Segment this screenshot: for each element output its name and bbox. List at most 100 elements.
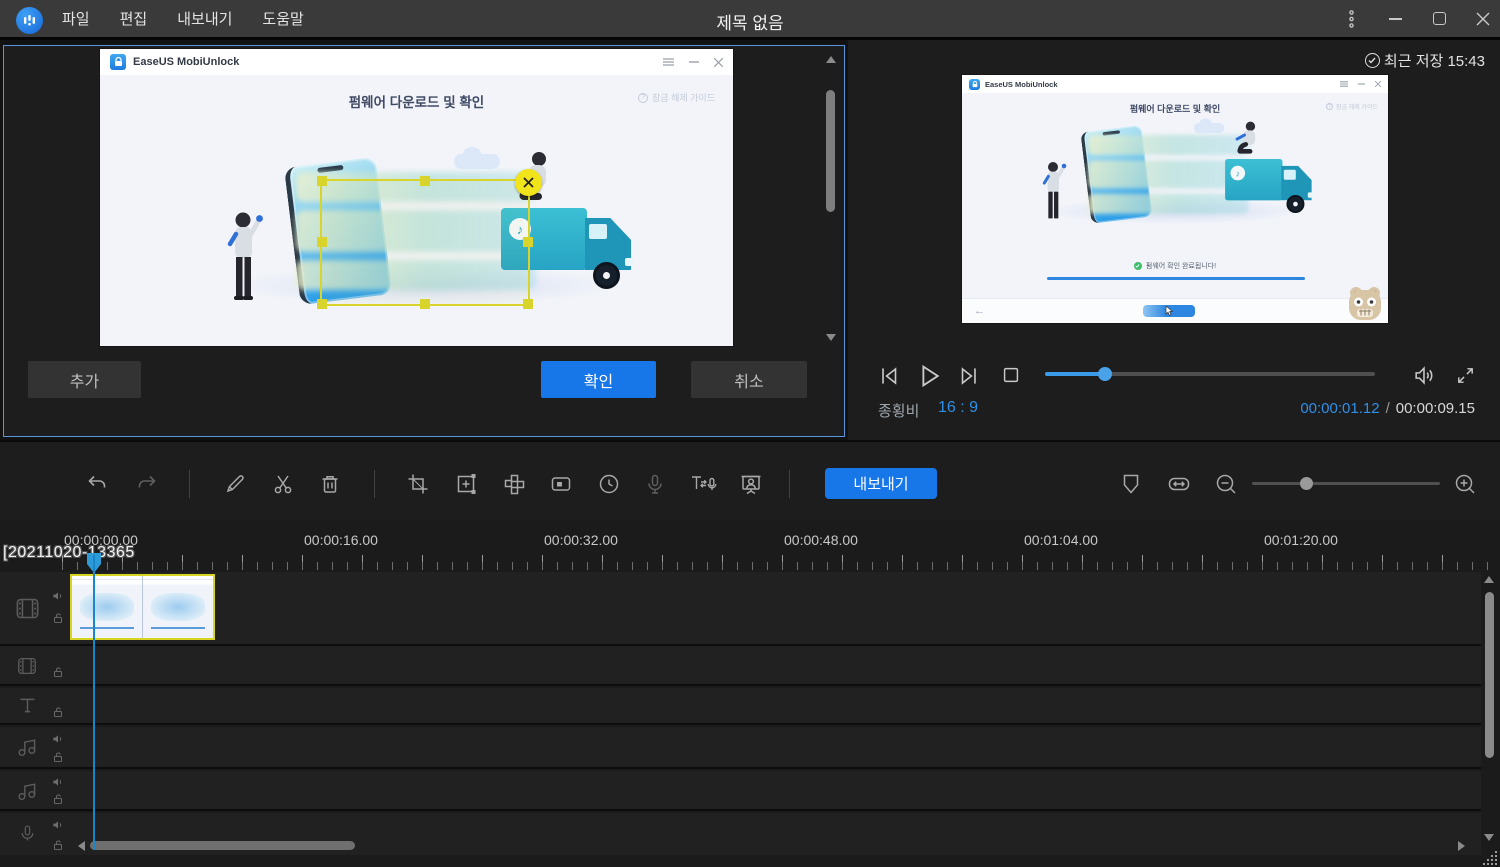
handle-mid-left[interactable] (317, 237, 327, 247)
mobi-close-icon (1375, 81, 1381, 87)
mute-track-icon[interactable] (52, 590, 64, 602)
mobi-window-controls (663, 58, 723, 67)
preview-info-row: 종횡비 16 : 9 00:00:01.12/00:00:09.15 (848, 398, 1500, 422)
playhead-line[interactable] (93, 555, 95, 850)
voiceover-tool-icon[interactable] (643, 472, 667, 496)
unlock-track-icon[interactable] (52, 793, 64, 805)
maximize-button[interactable] (1430, 10, 1448, 28)
more-options-icon[interactable] (1342, 10, 1360, 28)
mobi-minimize-icon (689, 61, 699, 63)
handle-bottom-center[interactable] (420, 299, 430, 309)
mobi-window-title: EaseUS MobiUnlock (133, 56, 239, 68)
zoom-out-icon[interactable] (1214, 472, 1238, 496)
timeline-scroll-up[interactable] (1484, 576, 1494, 583)
track-music-2 (0, 771, 1481, 811)
volume-icon[interactable] (1412, 363, 1437, 388)
redo-icon[interactable] (135, 472, 159, 496)
text-to-speech-tool-icon[interactable] (690, 472, 718, 496)
play-icon[interactable] (914, 361, 944, 391)
minimize-button[interactable] (1386, 10, 1404, 28)
preview-illustration (1035, 123, 1315, 227)
crop-tool-icon[interactable] (406, 472, 430, 496)
window-controls (1342, 0, 1492, 37)
mute-track-icon[interactable] (52, 733, 64, 745)
fit-timeline-tool-icon[interactable] (1167, 472, 1191, 496)
ruler-minor-ticks[interactable] (62, 562, 1500, 570)
unlock-track-icon[interactable] (52, 666, 64, 678)
mobi-window-controls (1340, 81, 1381, 87)
handle-bottom-left[interactable] (317, 299, 327, 309)
clip-thumbnail (143, 576, 213, 638)
timeline-zoom-slider[interactable] (1252, 482, 1440, 485)
freeze-frame-tool-icon[interactable] (549, 472, 573, 496)
cursor-icon (1165, 306, 1174, 316)
panel-scroll-up[interactable] (826, 56, 836, 63)
timeline-clip[interactable] (70, 574, 215, 640)
green-check-icon (1134, 262, 1142, 270)
timeline-scroll-down[interactable] (1484, 834, 1494, 841)
confirm-button[interactable]: 확인 (541, 361, 656, 398)
mosaic-tool-icon[interactable] (502, 472, 526, 496)
app-titlebar: 파일 편집 내보내기 도움말 제목 없음 (0, 0, 1500, 40)
timeline-vertical-scrollbar[interactable] (1485, 592, 1494, 758)
menu-file[interactable]: 파일 (62, 8, 90, 29)
seek-slider[interactable] (1045, 372, 1375, 376)
previous-frame-icon[interactable] (876, 363, 902, 389)
firmware-progress-bar (1047, 277, 1305, 280)
undo-icon[interactable] (85, 472, 109, 496)
zoom-in-icon[interactable] (1453, 472, 1477, 496)
resize-grip-icon[interactable] (1483, 850, 1498, 865)
mobi-menu-icon (663, 58, 674, 66)
aspect-ratio-value[interactable]: 16 : 9 (938, 399, 978, 417)
duration-tool-icon[interactable] (597, 472, 621, 496)
handle-bottom-right[interactable] (523, 299, 533, 309)
zoom-frame-tool-icon[interactable] (454, 472, 478, 496)
timeline-zoom-knob[interactable] (1300, 477, 1313, 490)
fullscreen-icon[interactable] (1454, 364, 1477, 387)
overlay-selection-box[interactable] (320, 179, 530, 306)
handle-top-left[interactable] (317, 176, 327, 186)
edit-tool-icon[interactable] (223, 472, 247, 496)
panel-scrollbar[interactable] (826, 90, 835, 212)
timeline-scroll-left[interactable] (78, 841, 85, 851)
menu-export[interactable]: 내보내기 (177, 8, 232, 29)
track-text (0, 688, 1481, 725)
marker-tool-icon[interactable] (1119, 472, 1143, 496)
menu-edit[interactable]: 편집 (120, 8, 148, 29)
firmware-status-text: 펌웨어 확인 완료됩니다! (962, 261, 1388, 271)
timeline-horizontal-scrollbar[interactable] (90, 841, 355, 850)
unlock-track-icon[interactable] (52, 751, 64, 763)
menu-help[interactable]: 도움말 (262, 8, 303, 29)
handle-mid-right[interactable] (523, 237, 533, 247)
stop-icon[interactable] (1000, 364, 1022, 386)
main-area: EaseUS MobiUnlock 펌웨어 다운로드 및 확인 잠금 해제 가이… (0, 40, 1500, 440)
film-track-icon (14, 595, 41, 622)
portrait-tool-icon[interactable] (739, 472, 763, 496)
remove-overlay-icon[interactable] (515, 169, 542, 196)
cloud-shape (454, 154, 500, 169)
seek-fill (1045, 372, 1105, 376)
export-button[interactable]: 내보내기 (825, 468, 937, 499)
handle-top-center[interactable] (420, 176, 430, 186)
add-button[interactable]: 추가 (28, 361, 141, 398)
delete-tool-icon[interactable] (318, 472, 342, 496)
close-button[interactable] (1474, 10, 1492, 28)
split-tool-icon[interactable] (271, 472, 295, 496)
mobi-menu-icon (1340, 81, 1348, 87)
track-video-1 (0, 572, 1481, 646)
ruler-label: 00:01:20.00 (1264, 532, 1374, 548)
clip-filename: [20211020-13365 (3, 544, 135, 562)
mute-track-icon[interactable] (52, 776, 64, 788)
unlock-track-icon[interactable] (52, 706, 64, 718)
panel-scroll-down[interactable] (826, 334, 836, 341)
unlock-track-icon[interactable] (52, 839, 64, 851)
unlock-track-icon[interactable] (52, 612, 64, 624)
current-time: 00:00:01.12 (1300, 400, 1379, 417)
mute-track-icon[interactable] (52, 819, 64, 831)
seek-knob[interactable] (1098, 367, 1112, 381)
next-frame-icon[interactable] (956, 363, 982, 389)
timeline-scroll-right[interactable] (1458, 841, 1465, 851)
edit-canvas-frame: EaseUS MobiUnlock 펌웨어 다운로드 및 확인 잠금 해제 가이… (100, 49, 733, 346)
total-time: 00:00:09.15 (1396, 400, 1475, 417)
cancel-button[interactable]: 취소 (691, 361, 807, 398)
